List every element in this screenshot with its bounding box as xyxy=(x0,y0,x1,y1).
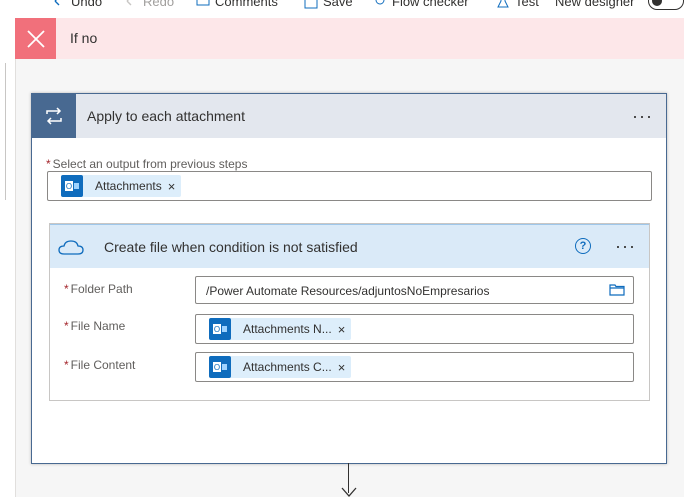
flask-icon xyxy=(497,0,509,7)
undo-label: Undo xyxy=(71,0,103,9)
file-name-token[interactable]: O Attachments N... × xyxy=(209,318,352,340)
token-label: Attachments N... xyxy=(243,322,332,336)
file-content-token[interactable]: O Attachments C... × xyxy=(209,356,352,378)
redo-label: Redo xyxy=(143,0,175,9)
folder-path-input[interactable]: /Power Automate Resources/adjuntosNoEmpr… xyxy=(195,276,634,304)
save-icon xyxy=(304,0,318,8)
token-label: Attachments C... xyxy=(243,360,332,374)
comments-button[interactable]: Comments xyxy=(196,0,278,9)
svg-text:O: O xyxy=(214,325,220,334)
apply-to-each-header[interactable]: Apply to each attachment ··· xyxy=(32,94,666,138)
folder-path-label-text: Folder Path xyxy=(70,282,133,296)
redo-button[interactable]: Redo xyxy=(124,0,174,9)
create-file-card: Create file when condition is not satisf… xyxy=(49,223,650,401)
onedrive-cloud-icon xyxy=(50,225,91,268)
outlook-icon: O xyxy=(209,318,231,340)
token-remove-button[interactable]: × xyxy=(338,322,352,337)
save-label: Save xyxy=(323,0,353,9)
required-marker: * xyxy=(64,358,69,372)
comment-icon xyxy=(196,0,210,5)
attachments-token[interactable]: O Attachments × xyxy=(61,175,182,197)
loop-icon xyxy=(32,94,76,138)
stethoscope-icon xyxy=(375,0,385,4)
output-label-text: Select an output from previous steps xyxy=(52,157,248,171)
left-divider xyxy=(0,63,6,200)
flow-checker-button[interactable]: Flow checker xyxy=(373,0,469,9)
create-file-title: Create file when condition is not satisf… xyxy=(104,239,358,255)
test-button[interactable]: Test xyxy=(496,0,539,9)
token-remove-button[interactable]: × xyxy=(338,360,352,375)
svg-text:O: O xyxy=(214,363,220,372)
file-name-label: * File Name xyxy=(64,319,125,333)
test-label: Test xyxy=(515,0,539,9)
connector-arrow-icon xyxy=(341,487,357,497)
outlook-icon: O xyxy=(209,356,231,378)
required-marker: * xyxy=(64,319,69,333)
required-marker: * xyxy=(64,282,69,296)
flow-checker-label: Flow checker xyxy=(392,0,469,9)
output-field-label: * Select an output from previous steps xyxy=(46,157,247,171)
command-bar: Undo Redo Comments Save Flow checker Tes… xyxy=(0,0,684,10)
new-designer-toggle[interactable] xyxy=(648,0,684,10)
undo-icon xyxy=(54,0,60,5)
output-input[interactable]: O Attachments × xyxy=(47,171,652,201)
apply-to-each-title: Apply to each attachment xyxy=(87,108,245,124)
new-designer-label: New designer xyxy=(555,0,635,9)
svg-text:O: O xyxy=(66,182,72,191)
apply-to-each-card: Apply to each attachment ··· * Select an … xyxy=(31,93,667,464)
file-content-label-text: File Content xyxy=(70,358,136,372)
create-file-header[interactable]: Create file when condition is not satisf… xyxy=(50,224,649,268)
required-marker: * xyxy=(46,157,51,171)
folder-icon[interactable] xyxy=(609,283,625,296)
create-more-button[interactable]: ··· xyxy=(615,237,636,255)
outlook-icon: O xyxy=(61,175,83,197)
branch-label: If no xyxy=(70,30,98,46)
close-icon xyxy=(15,18,56,59)
folder-path-label: * Folder Path xyxy=(64,282,133,296)
undo-button[interactable]: Undo xyxy=(52,0,102,9)
file-name-input[interactable]: O Attachments N... × xyxy=(195,314,634,344)
save-button[interactable]: Save xyxy=(304,0,353,9)
token-remove-button[interactable]: × xyxy=(168,179,182,194)
apply-more-button[interactable]: ··· xyxy=(632,107,653,125)
token-label: Attachments xyxy=(95,179,162,193)
redo-icon xyxy=(126,0,132,5)
folder-path-value: /Power Automate Resources/adjuntosNoEmpr… xyxy=(206,284,490,298)
file-name-label-text: File Name xyxy=(70,319,126,333)
if-no-branch-header[interactable]: If no xyxy=(15,18,684,59)
file-content-input[interactable]: O Attachments C... × xyxy=(195,352,634,382)
file-content-label: * File Content xyxy=(64,358,135,372)
help-icon[interactable]: ? xyxy=(575,238,591,254)
comments-label: Comments xyxy=(215,0,278,9)
